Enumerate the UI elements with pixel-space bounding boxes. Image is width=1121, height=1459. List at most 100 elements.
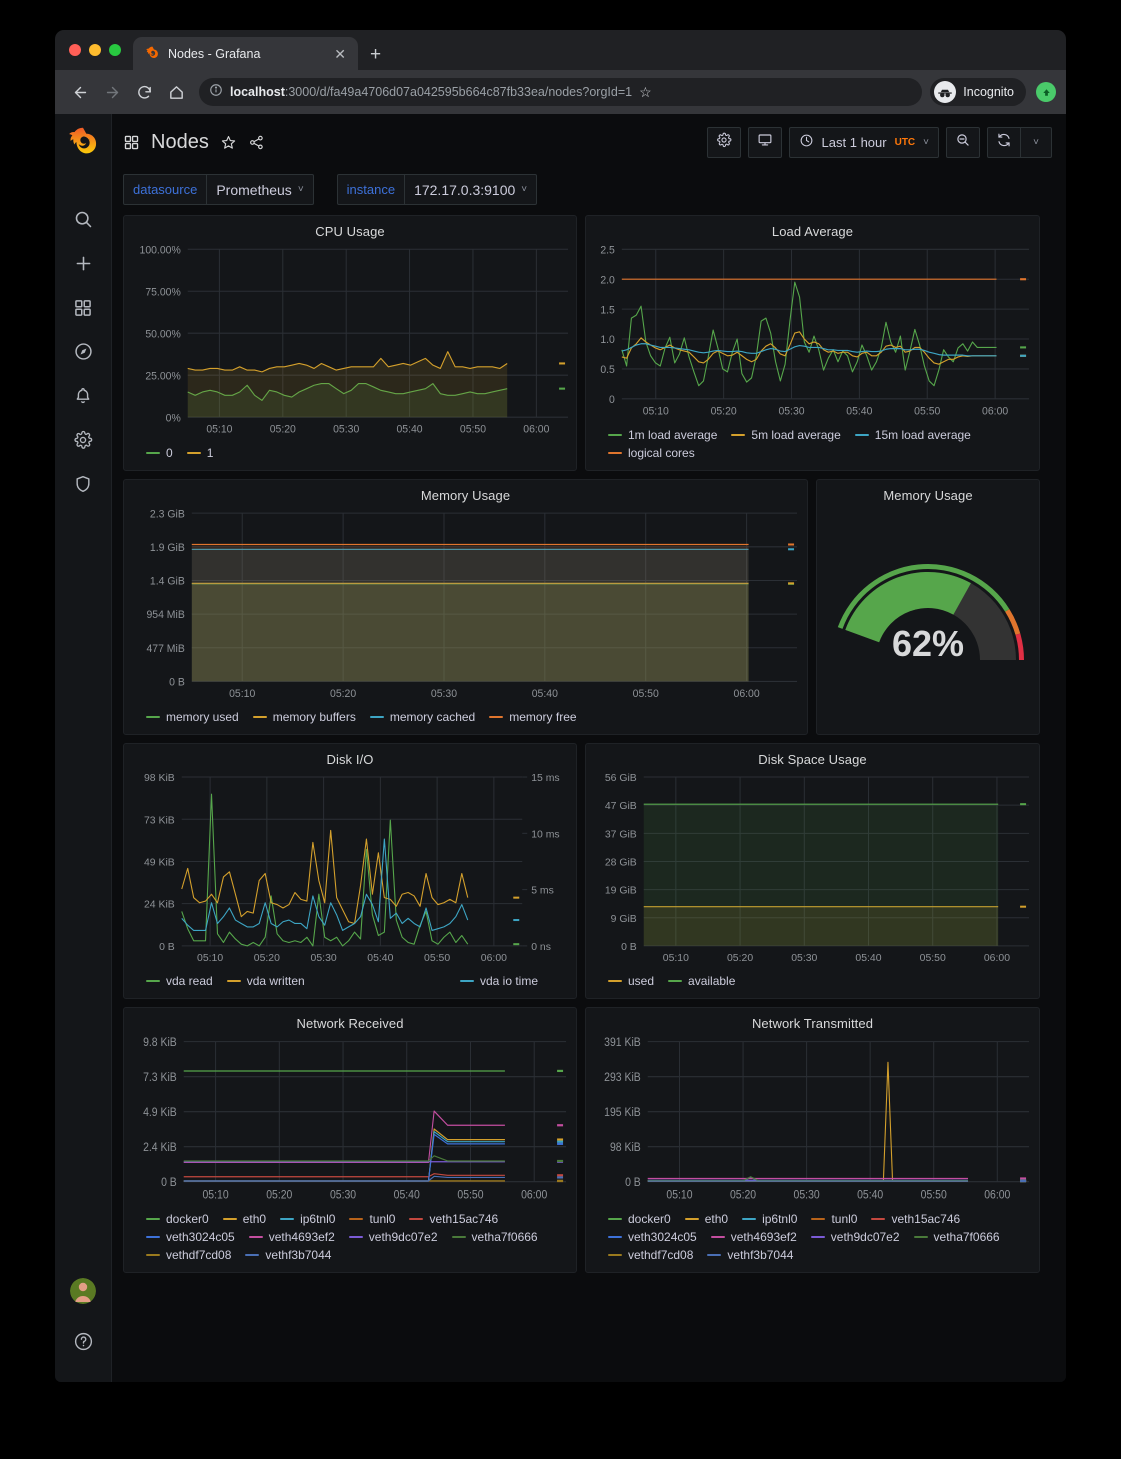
back-button[interactable] [65,77,95,107]
chart-legend: 01 [124,440,576,470]
legend-item[interactable]: memory cached [369,710,475,724]
avatar[interactable] [70,1278,96,1304]
chart-legend: used available [586,968,1039,998]
legend-item[interactable]: docker0 [608,1212,671,1226]
legend-item[interactable]: logical cores [608,446,695,460]
legend-item[interactable]: docker0 [146,1212,209,1226]
legend-item[interactable]: ip6tnl0 [742,1212,797,1226]
legend-item[interactable]: 0 [146,446,173,460]
legend-item[interactable]: vethf3b7044 [707,1248,793,1262]
tv-mode-button[interactable] [747,126,782,158]
legend-item[interactable]: vethdf7cd08 [146,1248,231,1262]
legend-item[interactable]: vetha7f0666 [913,1230,1000,1244]
refresh-interval-dropdown[interactable]: ˅ [1021,126,1052,158]
chart-diskspace[interactable]: 0 B 9 GiB 19 GiB 28 GiB 37 GiB 47 GiB 56 GiB 05… [586,771,1039,968]
legend-item[interactable]: veth15ac746 [871,1212,960,1226]
legend-item[interactable]: veth9dc07e2 [348,1230,438,1244]
chart-diskio[interactable]: 0 B 24 KiB 49 KiB 73 KiB 98 KiB 0 ns 5 ms 10 ms… [124,771,576,968]
panel-network-received[interactable]: Network Received 0 B 2.4 KiB 4.9 KiB 7.3 Ki… [123,1007,577,1273]
zoom-out-time-button[interactable] [946,126,980,158]
legend-item[interactable]: 15m load average [854,428,971,442]
legend-item[interactable]: tunl0 [349,1212,395,1226]
legend-item[interactable]: vethf3b7044 [245,1248,331,1262]
new-tab-button[interactable]: + [358,45,391,70]
svg-text:05:20: 05:20 [730,1189,756,1202]
panel-network-transmitted[interactable]: Network Transmitted 0 B 98 KiB 195 KiB 293 … [585,1007,1040,1273]
legend-item[interactable]: available [668,974,735,988]
legend-item[interactable]: vda read [146,974,213,988]
browser-tab[interactable]: Nodes - Grafana ✕ [133,37,358,70]
chart-memory[interactable]: 0 B 477 MiB 954 MiB 1.4 GiB 1.9 GiB 2.3 GiB 05… [124,507,807,704]
panel-disk-io[interactable]: Disk I/O 0 B 24 KiB 49 KiB 73 KiB 98 KiB 0 ns… [123,743,577,999]
legend-item[interactable]: vethdf7cd08 [608,1248,693,1262]
chart-netrx[interactable]: 0 B 2.4 KiB 4.9 KiB 7.3 KiB 9.8 KiB 05:10 05:2… [124,1035,576,1206]
refresh-button[interactable] [987,126,1021,158]
grafana-logo-icon[interactable] [64,124,102,162]
apps-grid-icon[interactable] [123,134,140,151]
panel-memory-gauge[interactable]: Memory Usage 62% [816,479,1040,735]
dashboard-settings-button[interactable] [706,126,741,158]
legend-item[interactable]: veth3024c05 [608,1230,697,1244]
forward-button[interactable] [97,77,127,107]
svg-text:05:10: 05:10 [203,1189,229,1202]
legend-item[interactable]: veth4693ef2 [248,1230,335,1244]
star-icon[interactable] [220,134,237,151]
clock-icon [799,133,814,151]
sidebar-item-configuration[interactable] [63,422,103,462]
sidebar-item-alerting[interactable] [63,378,103,418]
reload-button[interactable] [129,77,159,107]
svg-text:05:10: 05:10 [206,424,232,436]
variable-select-datasource[interactable]: Prometheus ˅ [207,174,314,205]
close-window-button[interactable] [69,44,81,56]
panel-memory-usage[interactable]: Memory Usage 0 B 477 MiB 954 MiB 1.4 GiB 1.9… [123,479,808,735]
legend-item[interactable]: eth0 [684,1212,728,1226]
share-icon[interactable] [248,134,265,151]
chart-nettx[interactable]: 0 B 98 KiB 195 KiB 293 KiB 391 KiB 05:10 05:20… [586,1035,1039,1206]
sidebar-item-search[interactable] [63,202,103,242]
chart-cpu[interactable]: 0% 25.00% 50.00% 75.00% 100.00% 05:10 05:20 05:… [124,243,576,440]
legend-item[interactable]: memory buffers [252,710,356,724]
sidebar-item-server-admin[interactable] [63,466,103,506]
legend-item[interactable]: veth9dc07e2 [810,1230,900,1244]
address-bar[interactable]: localhost:3000/d/fa49a4706d07a042595b664… [199,78,923,106]
svg-text:0 B: 0 B [621,941,637,953]
svg-text:37 GiB: 37 GiB [605,828,637,840]
panel-disk-space-usage[interactable]: Disk Space Usage 0 B 9 GiB 19 GiB 28 GiB 37 … [585,743,1040,999]
home-button[interactable] [161,77,191,107]
legend-item[interactable]: vetha7f0666 [451,1230,538,1244]
legend-item[interactable]: used [608,974,654,988]
chart-load[interactable]: 0 0.5 1.0 1.5 2.0 2.5 05:10 05:20 05:30 05:40 05:5… [586,243,1039,422]
panel-cpu-usage[interactable]: CPU Usage 0% 25.00% 50.00% 75.00% 100.00% 05:… [123,215,577,471]
legend-label: memory free [509,710,577,724]
bookmark-star-icon[interactable]: ☆ [639,84,652,101]
legend-item[interactable]: veth4693ef2 [710,1230,797,1244]
update-arrow-icon[interactable] [1036,82,1056,102]
legend-item[interactable]: memory free [489,710,577,724]
legend-item[interactable]: veth15ac746 [409,1212,498,1226]
legend-item[interactable]: 5m load average [731,428,841,442]
apps-grid-icon [73,298,93,323]
sidebar-item-explore[interactable] [63,334,103,374]
time-range-picker[interactable]: Last 1 hour UTC ˅ [788,126,939,158]
legend-item[interactable]: vda io time [459,974,538,988]
incognito-indicator[interactable]: Incognito [930,78,1026,106]
legend-item[interactable]: eth0 [222,1212,266,1226]
legend-item[interactable]: tunl0 [811,1212,857,1226]
legend-item[interactable]: 1m load average [608,428,717,442]
legend-item[interactable]: 1 [186,446,213,460]
svg-text:06:00: 06:00 [523,424,549,436]
svg-text:0 B: 0 B [159,941,175,953]
sidebar-item-create[interactable] [63,246,103,286]
variable-select-instance[interactable]: 172.17.0.3:9100 ˅ [405,174,538,205]
maximize-window-button[interactable] [109,44,121,56]
sidebar-item-dashboards[interactable] [63,290,103,330]
legend-item[interactable]: vda written [226,974,305,988]
legend-item[interactable]: memory used [146,710,239,724]
legend-item[interactable]: veth3024c05 [146,1230,235,1244]
minimize-window-button[interactable] [89,44,101,56]
legend-item[interactable]: ip6tnl0 [280,1212,335,1226]
panel-load-average[interactable]: Load Average 0 0.5 1.0 1.5 2.0 2.5 05:10 05:20 0… [585,215,1040,471]
svg-text:954 MiB: 954 MiB [146,609,184,621]
close-tab-button[interactable]: ✕ [330,45,350,63]
sidebar-item-help[interactable] [63,1324,103,1364]
